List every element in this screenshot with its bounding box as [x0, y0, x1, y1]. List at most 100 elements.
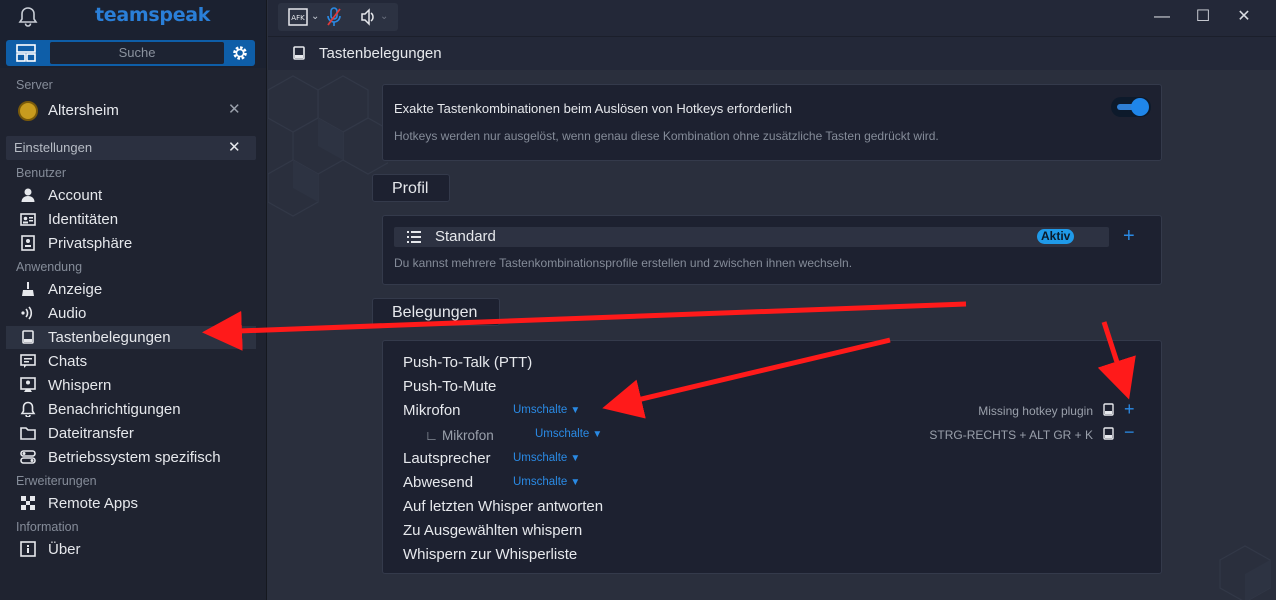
- close-server-icon[interactable]: ✕: [228, 100, 241, 118]
- sidebar: teamspeak Suche Server Altersheim ✕ Eins…: [0, 0, 267, 600]
- toggle-knob: [1131, 98, 1149, 116]
- server-section-label: Server: [16, 78, 53, 92]
- nav-item-about[interactable]: Über: [6, 538, 256, 561]
- nav-group-label: Erweiterungen: [16, 474, 97, 488]
- nav-item-privacy[interactable]: Privatsphäre: [6, 232, 256, 255]
- server-name: Altersheim: [48, 102, 119, 119]
- microphone-icon[interactable]: [326, 7, 342, 27]
- add-profile-button[interactable]: +: [1123, 225, 1135, 248]
- nav-item-label: Account: [48, 187, 103, 204]
- brush-icon: [22, 282, 34, 296]
- nav-item-chats[interactable]: Chats: [6, 350, 256, 373]
- chat-icon: [20, 354, 36, 368]
- keyboard-icon: [293, 46, 305, 60]
- search-input[interactable]: Suche: [50, 42, 224, 64]
- binding-label[interactable]: Whispern zur Whisperliste: [403, 546, 577, 563]
- sidebar-header: teamspeak Suche: [0, 0, 266, 68]
- mode-dropdown[interactable]: Umschalte ▼: [513, 404, 580, 416]
- profile-row[interactable]: Standard Aktiv: [394, 227, 1109, 247]
- top-toolbar: AFK ⌄ ⌄ — ☐ ✕: [268, 0, 1276, 36]
- maximize-button[interactable]: ☐: [1192, 6, 1214, 28]
- nav-item-hotkeys[interactable]: Tastenbelegungen: [6, 326, 256, 349]
- keyboard-icon: [22, 330, 34, 344]
- binding-label[interactable]: ∟ Mikrofon: [425, 428, 494, 443]
- chevron-down-icon: ▼: [570, 405, 581, 416]
- setting-heading: Exakte Tastenkombinationen beim Auslösen…: [394, 101, 792, 116]
- nav-item-label: Privatsphäre: [48, 235, 133, 252]
- binding-label[interactable]: Lautsprecher: [403, 450, 491, 467]
- nav-group-label: Anwendung: [16, 260, 83, 274]
- bell-icon: [20, 401, 36, 417]
- minimize-button[interactable]: —: [1151, 6, 1173, 28]
- nav-item-os-specific[interactable]: Betriebssystem spezifisch: [6, 446, 256, 469]
- list-icon: [407, 231, 421, 243]
- chevron-down-icon[interactable]: ⌄: [311, 11, 319, 22]
- notification-bell-icon[interactable]: [17, 5, 39, 27]
- exact-hotkey-setting: Exakte Tastenkombinationen beim Auslösen…: [382, 84, 1162, 161]
- id-card-icon: [20, 213, 36, 226]
- mode-value: Umschalte: [513, 404, 568, 416]
- binding-label[interactable]: Zu Ausgewählten whispern: [403, 522, 582, 539]
- binding-label[interactable]: Mikrofon: [403, 402, 461, 419]
- layout-icon[interactable]: [16, 44, 36, 62]
- add-hotkey-button[interactable]: +: [1124, 399, 1135, 420]
- binding-label[interactable]: Push-To-Talk (PTT): [403, 354, 532, 371]
- settings-filter-label: Einstellungen: [14, 140, 93, 155]
- close-window-button[interactable]: ✕: [1233, 6, 1255, 28]
- info-icon: [20, 541, 36, 557]
- nav-item-label: Whispern: [48, 377, 112, 394]
- nav-item-account[interactable]: Account: [6, 184, 256, 207]
- chevron-down-icon[interactable]: ⌄: [380, 11, 388, 22]
- hotkey-value: STRG-RECHTS + ALT GR + K: [929, 428, 1093, 442]
- keyboard-icon[interactable]: [1103, 403, 1114, 416]
- os-icon: [20, 450, 36, 464]
- bindings-section-header: Belegungen: [372, 298, 500, 326]
- nav-item-filetransfer[interactable]: Dateitransfer: [6, 422, 256, 445]
- nav-item-label: Dateitransfer: [48, 425, 134, 442]
- page-title: Tastenbelegungen: [319, 45, 442, 62]
- chevron-down-icon: ▼: [570, 453, 581, 464]
- exact-hotkey-toggle[interactable]: [1111, 97, 1151, 117]
- annotation-arrow: [202, 301, 967, 351]
- hexagon-pattern-decoration: [1219, 545, 1271, 600]
- nav-item-label: Audio: [48, 305, 87, 322]
- chevron-down-icon: ▼: [592, 429, 603, 440]
- nav-item-whisper[interactable]: Whispern: [6, 374, 256, 397]
- bindings-panel: Push-To-Talk (PTT) Push-To-Mute Mikrofon…: [382, 340, 1162, 574]
- nav-item-label: Remote Apps: [48, 495, 139, 512]
- nav-item-display[interactable]: Anzeige: [6, 278, 256, 301]
- teamspeak-logo: teamspeak: [95, 4, 211, 26]
- nav-item-label: Chats: [48, 353, 88, 370]
- settings-filter[interactable]: Einstellungen ✕: [6, 136, 256, 160]
- mode-value: Umschalte: [513, 476, 568, 488]
- nav-item-remote-apps[interactable]: Remote Apps: [6, 492, 256, 515]
- mode-dropdown[interactable]: Umschalte ▼: [513, 476, 580, 488]
- clear-filter-icon[interactable]: ✕: [228, 138, 241, 156]
- nav-item-audio[interactable]: Audio: [6, 302, 256, 325]
- hotkey-value: Missing hotkey plugin: [978, 404, 1093, 418]
- server-icon: [18, 101, 38, 121]
- binding-label[interactable]: Auf letzten Whisper antworten: [403, 498, 603, 515]
- profile-section-header: Profil: [372, 174, 450, 202]
- keyboard-icon[interactable]: [1103, 427, 1114, 440]
- binding-label[interactable]: Abwesend: [403, 474, 473, 491]
- server-item[interactable]: Altersheim ✕: [16, 100, 256, 122]
- mode-dropdown[interactable]: Umschalte ▼: [535, 428, 602, 440]
- gear-icon[interactable]: [230, 43, 250, 63]
- audio-icon: [21, 306, 33, 320]
- mode-dropdown[interactable]: Umschalte ▼: [513, 452, 580, 464]
- nav-item-label: Benachrichtigungen: [48, 401, 181, 418]
- binding-label[interactable]: Push-To-Mute: [403, 378, 496, 395]
- afk-icon[interactable]: AFK: [288, 8, 308, 26]
- nav-item-notifications[interactable]: Benachrichtigungen: [6, 398, 256, 421]
- speaker-icon[interactable]: [358, 8, 376, 26]
- profile-description: Du kannst mehrere Tastenkombinationsprof…: [394, 256, 853, 270]
- remove-hotkey-button[interactable]: −: [1124, 422, 1135, 443]
- nav-group-label: Benutzer: [16, 166, 67, 180]
- profile-name: Standard: [435, 228, 496, 245]
- privacy-icon: [21, 235, 35, 251]
- nav-item-identities[interactable]: Identitäten: [6, 208, 256, 231]
- nav-item-label: Tastenbelegungen: [48, 329, 171, 346]
- profile-panel: Standard Aktiv + Du kannst mehrere Taste…: [382, 215, 1162, 285]
- mode-value: Umschalte: [513, 452, 568, 464]
